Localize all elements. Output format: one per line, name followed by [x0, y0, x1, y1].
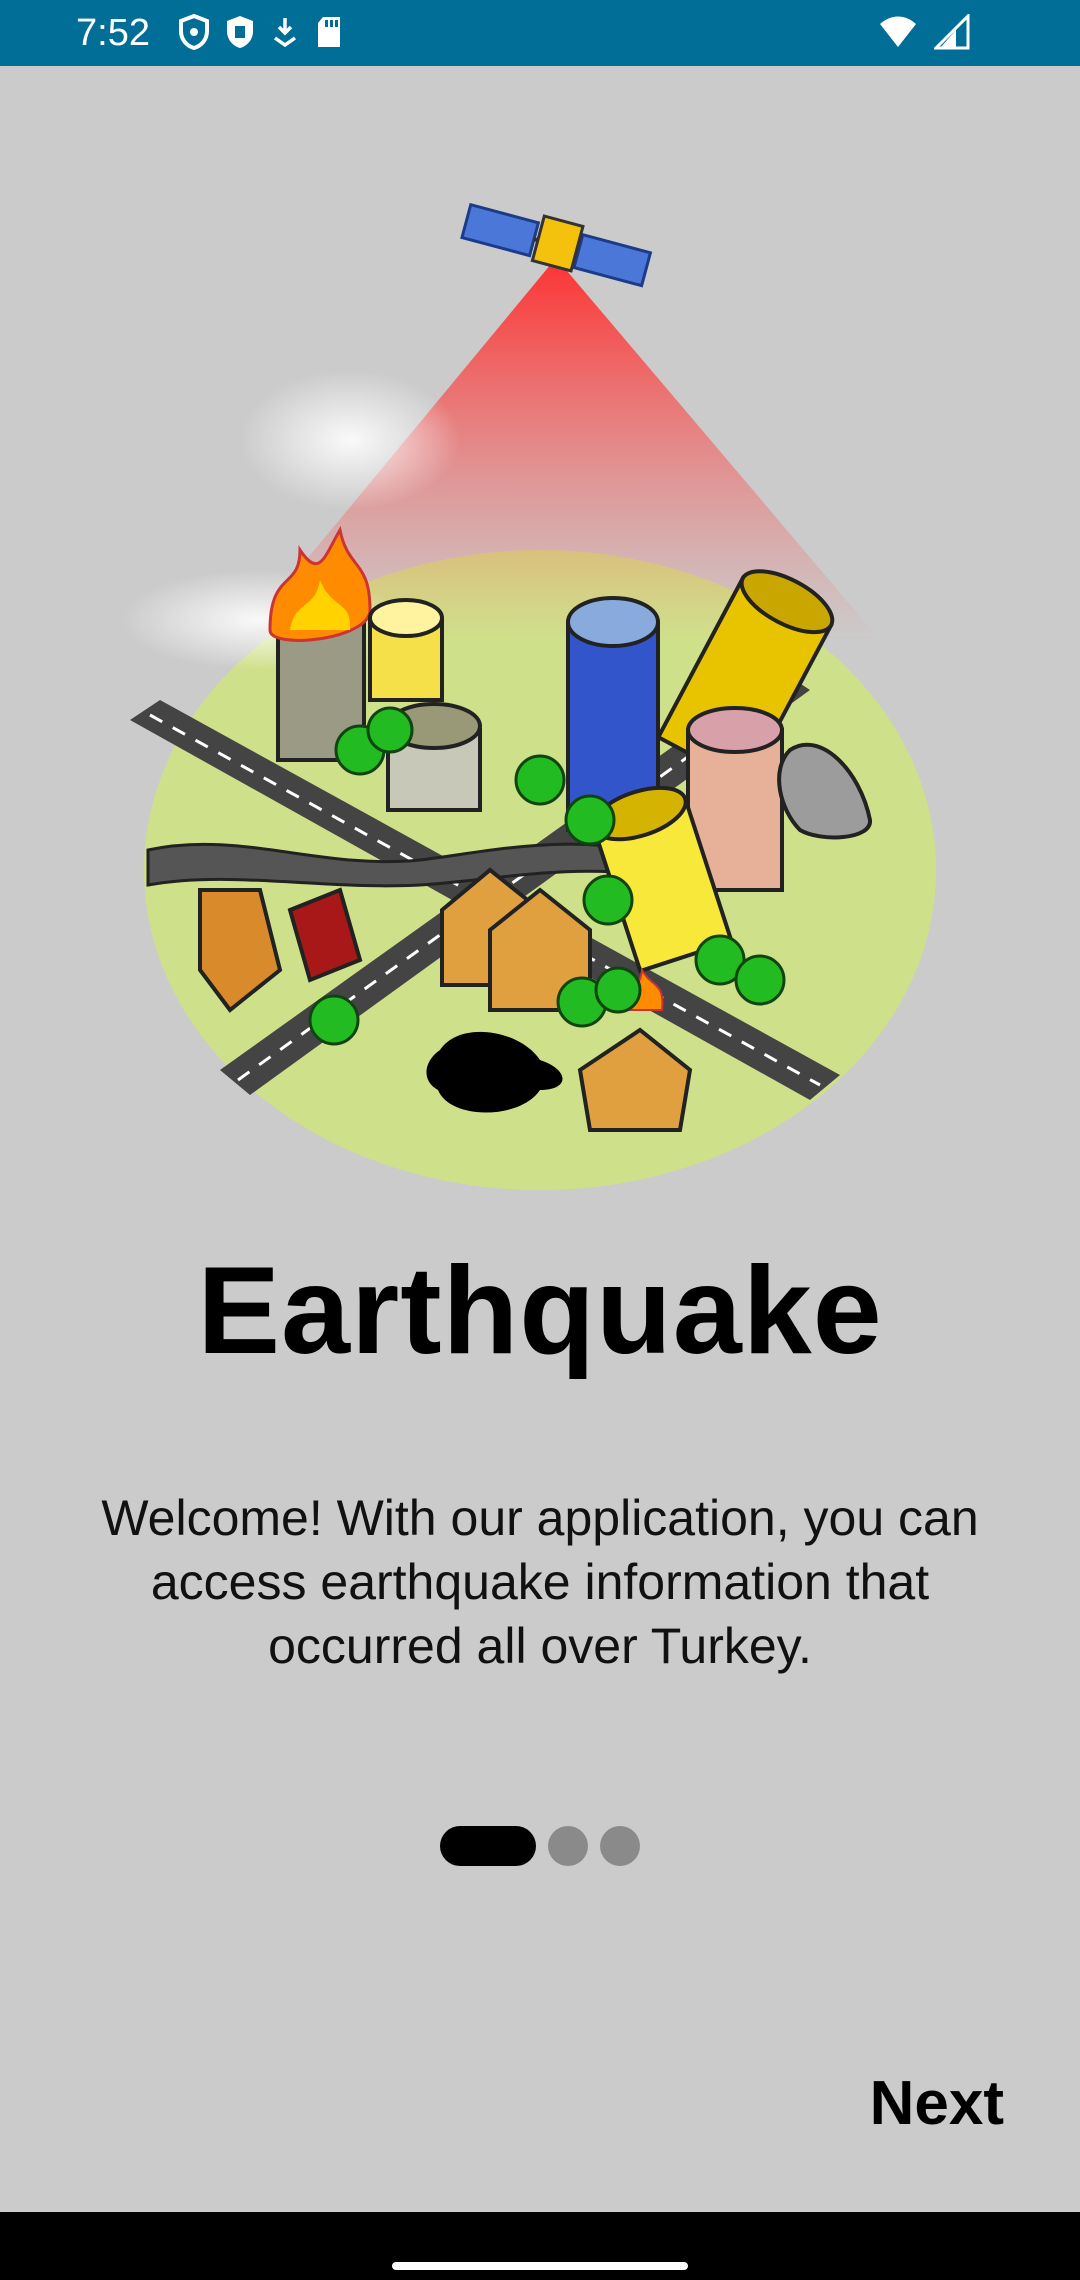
wifi-icon	[878, 14, 918, 55]
onboarding-screen: 7:52 Earthquake Welcome! With our applic…	[0, 0, 1080, 2280]
status-notification-icons	[178, 13, 344, 55]
shield-outline-icon	[178, 13, 210, 55]
signal-icon	[932, 12, 970, 55]
page-indicator-dot[interactable]	[600, 1826, 640, 1866]
status-system-icons	[878, 12, 970, 55]
page-indicator	[0, 1826, 1080, 1866]
status-bar: 7:52	[0, 0, 1080, 66]
earthquake-illustration	[120, 170, 960, 1190]
page-indicator-dot[interactable]	[548, 1826, 588, 1866]
sd-card-icon	[314, 14, 344, 55]
page-indicator-dot-active[interactable]	[440, 1826, 536, 1866]
status-time: 7:52	[76, 12, 150, 54]
next-button[interactable]: Next	[870, 2058, 1004, 2149]
download-icon	[270, 14, 300, 55]
page-title: Earthquake	[197, 1242, 883, 1380]
home-indicator[interactable]	[392, 2262, 688, 2270]
shield-filled-icon	[224, 14, 256, 55]
welcome-description: Welcome! With our application, you can a…	[101, 1490, 979, 1674]
